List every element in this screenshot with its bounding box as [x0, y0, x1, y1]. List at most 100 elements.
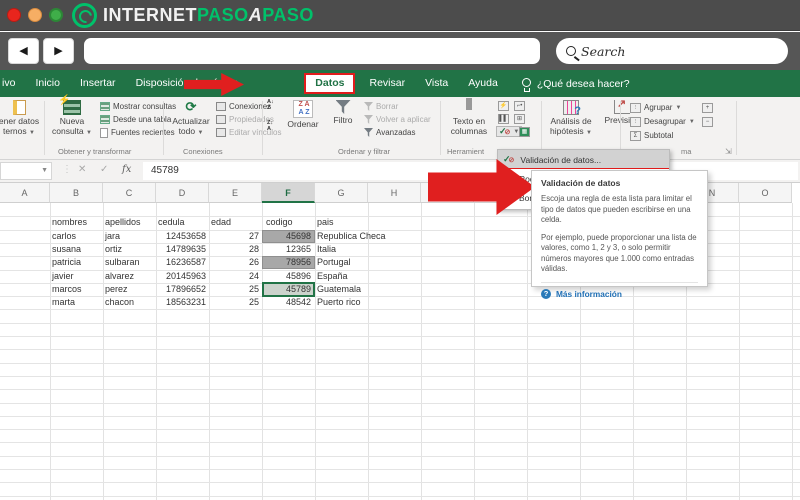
ribbon-tab-bar: ivo Inicio Insertar Disposición de págin…	[0, 70, 800, 97]
sort-asc-button[interactable]: A↓ Z	[267, 99, 274, 111]
cell-header-codigo[interactable]: codigo	[266, 216, 312, 229]
cell-edad[interactable]: 25	[211, 296, 259, 309]
filtro-button[interactable]: Filtro	[326, 99, 360, 145]
cell-cedula[interactable]: 20145963	[158, 270, 206, 283]
relleno-rapido-button[interactable]: ⚡	[498, 100, 509, 111]
cell-codigo[interactable]: 45698	[264, 230, 311, 243]
tell-me-box[interactable]: ¿Qué desea hacer?	[508, 77, 630, 92]
cell-pais[interactable]: Puerto rico	[317, 296, 437, 309]
ordenar-button[interactable]: Z AA Z Ordenar	[282, 99, 324, 145]
texto-en-columnas-button[interactable]: Texto en columnas	[444, 98, 494, 145]
tab-inicio[interactable]: Inicio	[25, 70, 70, 97]
tab-revisar[interactable]: Revisar	[359, 70, 415, 97]
column-header-H[interactable]: H	[368, 183, 421, 203]
cell-nombres[interactable]: patricia	[52, 256, 101, 269]
column-header-D[interactable]: D	[156, 183, 209, 203]
tab-datos-active[interactable]: Datos	[304, 73, 356, 94]
name-box-dropdown-icon[interactable]: ▼	[41, 167, 48, 174]
column-header-A[interactable]: A	[0, 183, 50, 203]
cell-pais[interactable]: Portugal	[317, 256, 437, 269]
cell-cedula[interactable]: 12453658	[158, 230, 206, 243]
cell-header-cedula[interactable]: cedula	[158, 216, 206, 229]
nueva-consulta-button[interactable]: Nueva consulta ▼	[47, 95, 97, 145]
mas-informacion-link[interactable]: ? Más información	[541, 288, 698, 299]
cell-pais[interactable]: Italia	[317, 243, 437, 256]
cell-cedula[interactable]: 18563231	[158, 296, 206, 309]
relaciones-button[interactable]: ⌐•	[514, 100, 525, 111]
back-button[interactable]: ◀	[8, 38, 39, 64]
minimize-window-button[interactable]	[28, 8, 42, 22]
analisis-de-hipotesis-button[interactable]: Análisis de hipótesis ▼	[544, 99, 598, 145]
column-header-O[interactable]: O	[739, 183, 792, 203]
cell-nombres[interactable]: carlos	[52, 230, 101, 243]
cell-codigo[interactable]: 12365	[264, 243, 311, 256]
cell-apellidos[interactable]: chacon	[105, 296, 154, 309]
actualizar-todo-button[interactable]: ⟳ Actualizar todo ▼	[166, 99, 216, 145]
show-queries-icon	[100, 102, 110, 111]
column-header-G[interactable]: G	[315, 183, 368, 203]
desde-una-tabla-button[interactable]: Desde una tabla	[100, 114, 171, 125]
tab-insertar[interactable]: Insertar	[70, 70, 126, 97]
cell-apellidos[interactable]: perez	[105, 283, 154, 296]
administrar-modelo-datos-button[interactable]: ▦	[519, 126, 530, 137]
cell-apellidos[interactable]: alvarez	[105, 270, 154, 283]
cell-cedula[interactable]: 16236587	[158, 256, 206, 269]
subtotal-button[interactable]: Σ Subtotal	[630, 130, 673, 141]
cell-cedula[interactable]: 17896652	[158, 283, 206, 296]
cell-header-edad[interactable]: edad	[211, 216, 259, 229]
obtener-datos-externos-button[interactable]: ener datos ternos ▼	[0, 99, 44, 145]
cell-edad[interactable]: 28	[211, 243, 259, 256]
cell-pais[interactable]: España	[317, 270, 437, 283]
confirm-entry-button[interactable]: ✓	[100, 164, 108, 175]
cell-codigo[interactable]: 45789	[264, 283, 311, 296]
cell-edad[interactable]: 27	[211, 230, 259, 243]
cell-header-apellidos[interactable]: apellidos	[105, 216, 154, 229]
cell-cedula[interactable]: 14789635	[158, 243, 206, 256]
column-header-F[interactable]: F	[262, 183, 315, 203]
name-box[interactable]: ▼	[0, 162, 52, 180]
cell-edad[interactable]: 24	[211, 270, 259, 283]
agrupar-button[interactable]: ⫶ Agrupar ▼	[630, 102, 681, 113]
cell-apellidos[interactable]: sulbaran	[105, 256, 154, 269]
column-header-C[interactable]: C	[103, 183, 156, 203]
cell-nombres[interactable]: susana	[52, 243, 101, 256]
cell-apellidos[interactable]: ortiz	[105, 243, 154, 256]
cell-nombres[interactable]: javier	[52, 270, 101, 283]
zoom-window-button[interactable]	[49, 8, 63, 22]
mostrar-consultas-button[interactable]: Mostrar consultas	[100, 101, 176, 112]
gridline	[0, 389, 800, 391]
tab-ayuda[interactable]: Ayuda	[458, 70, 508, 97]
cell-pais[interactable]: Republica Checa	[317, 230, 437, 243]
column-header-E[interactable]: E	[209, 183, 262, 203]
avanzadas-button[interactable]: Avanzadas	[364, 127, 415, 138]
cell-codigo[interactable]: 78956	[264, 256, 311, 269]
tab-archivo-partial[interactable]: ivo	[0, 70, 25, 97]
cell-nombres[interactable]: marcos	[52, 283, 101, 296]
help-icon: ?	[541, 288, 551, 299]
cell-header-pais[interactable]: pais	[317, 216, 437, 229]
quitar-duplicados-button[interactable]: ▌▌	[498, 113, 509, 124]
mostrar-detalle-button[interactable]: +	[702, 102, 713, 113]
cell-edad[interactable]: 25	[211, 283, 259, 296]
cell-header-nombres[interactable]: nombres	[52, 216, 101, 229]
cancel-entry-button[interactable]: ✕	[78, 164, 86, 175]
tab-vista[interactable]: Vista	[415, 70, 458, 97]
dialog-launcher-icon[interactable]: ⇲	[725, 147, 732, 156]
cell-codigo[interactable]: 48542	[264, 296, 311, 309]
search-input[interactable]: Search	[556, 38, 788, 64]
desagrupar-button[interactable]: ⫶ Desagrupar ▼	[630, 116, 695, 127]
sort-desc-button[interactable]: Z↓ A	[267, 120, 273, 132]
menu-item-validacion-de-datos[interactable]: ✓ ⊘ Validación de datos...	[498, 150, 669, 169]
consolidar-button[interactable]: ⊞	[514, 113, 525, 124]
cell-pais[interactable]: Guatemala	[317, 283, 437, 296]
ocultar-detalle-button[interactable]: −	[702, 116, 713, 127]
close-window-button[interactable]	[7, 8, 21, 22]
insert-function-button[interactable]: fx	[122, 164, 131, 175]
cell-nombres[interactable]: marta	[52, 296, 101, 309]
cell-codigo[interactable]: 45896	[264, 270, 311, 283]
cell-apellidos[interactable]: jara	[105, 230, 154, 243]
forward-button[interactable]: ▶	[43, 38, 74, 64]
column-header-B[interactable]: B	[50, 183, 103, 203]
address-bar[interactable]	[84, 38, 540, 64]
cell-edad[interactable]: 26	[211, 256, 259, 269]
